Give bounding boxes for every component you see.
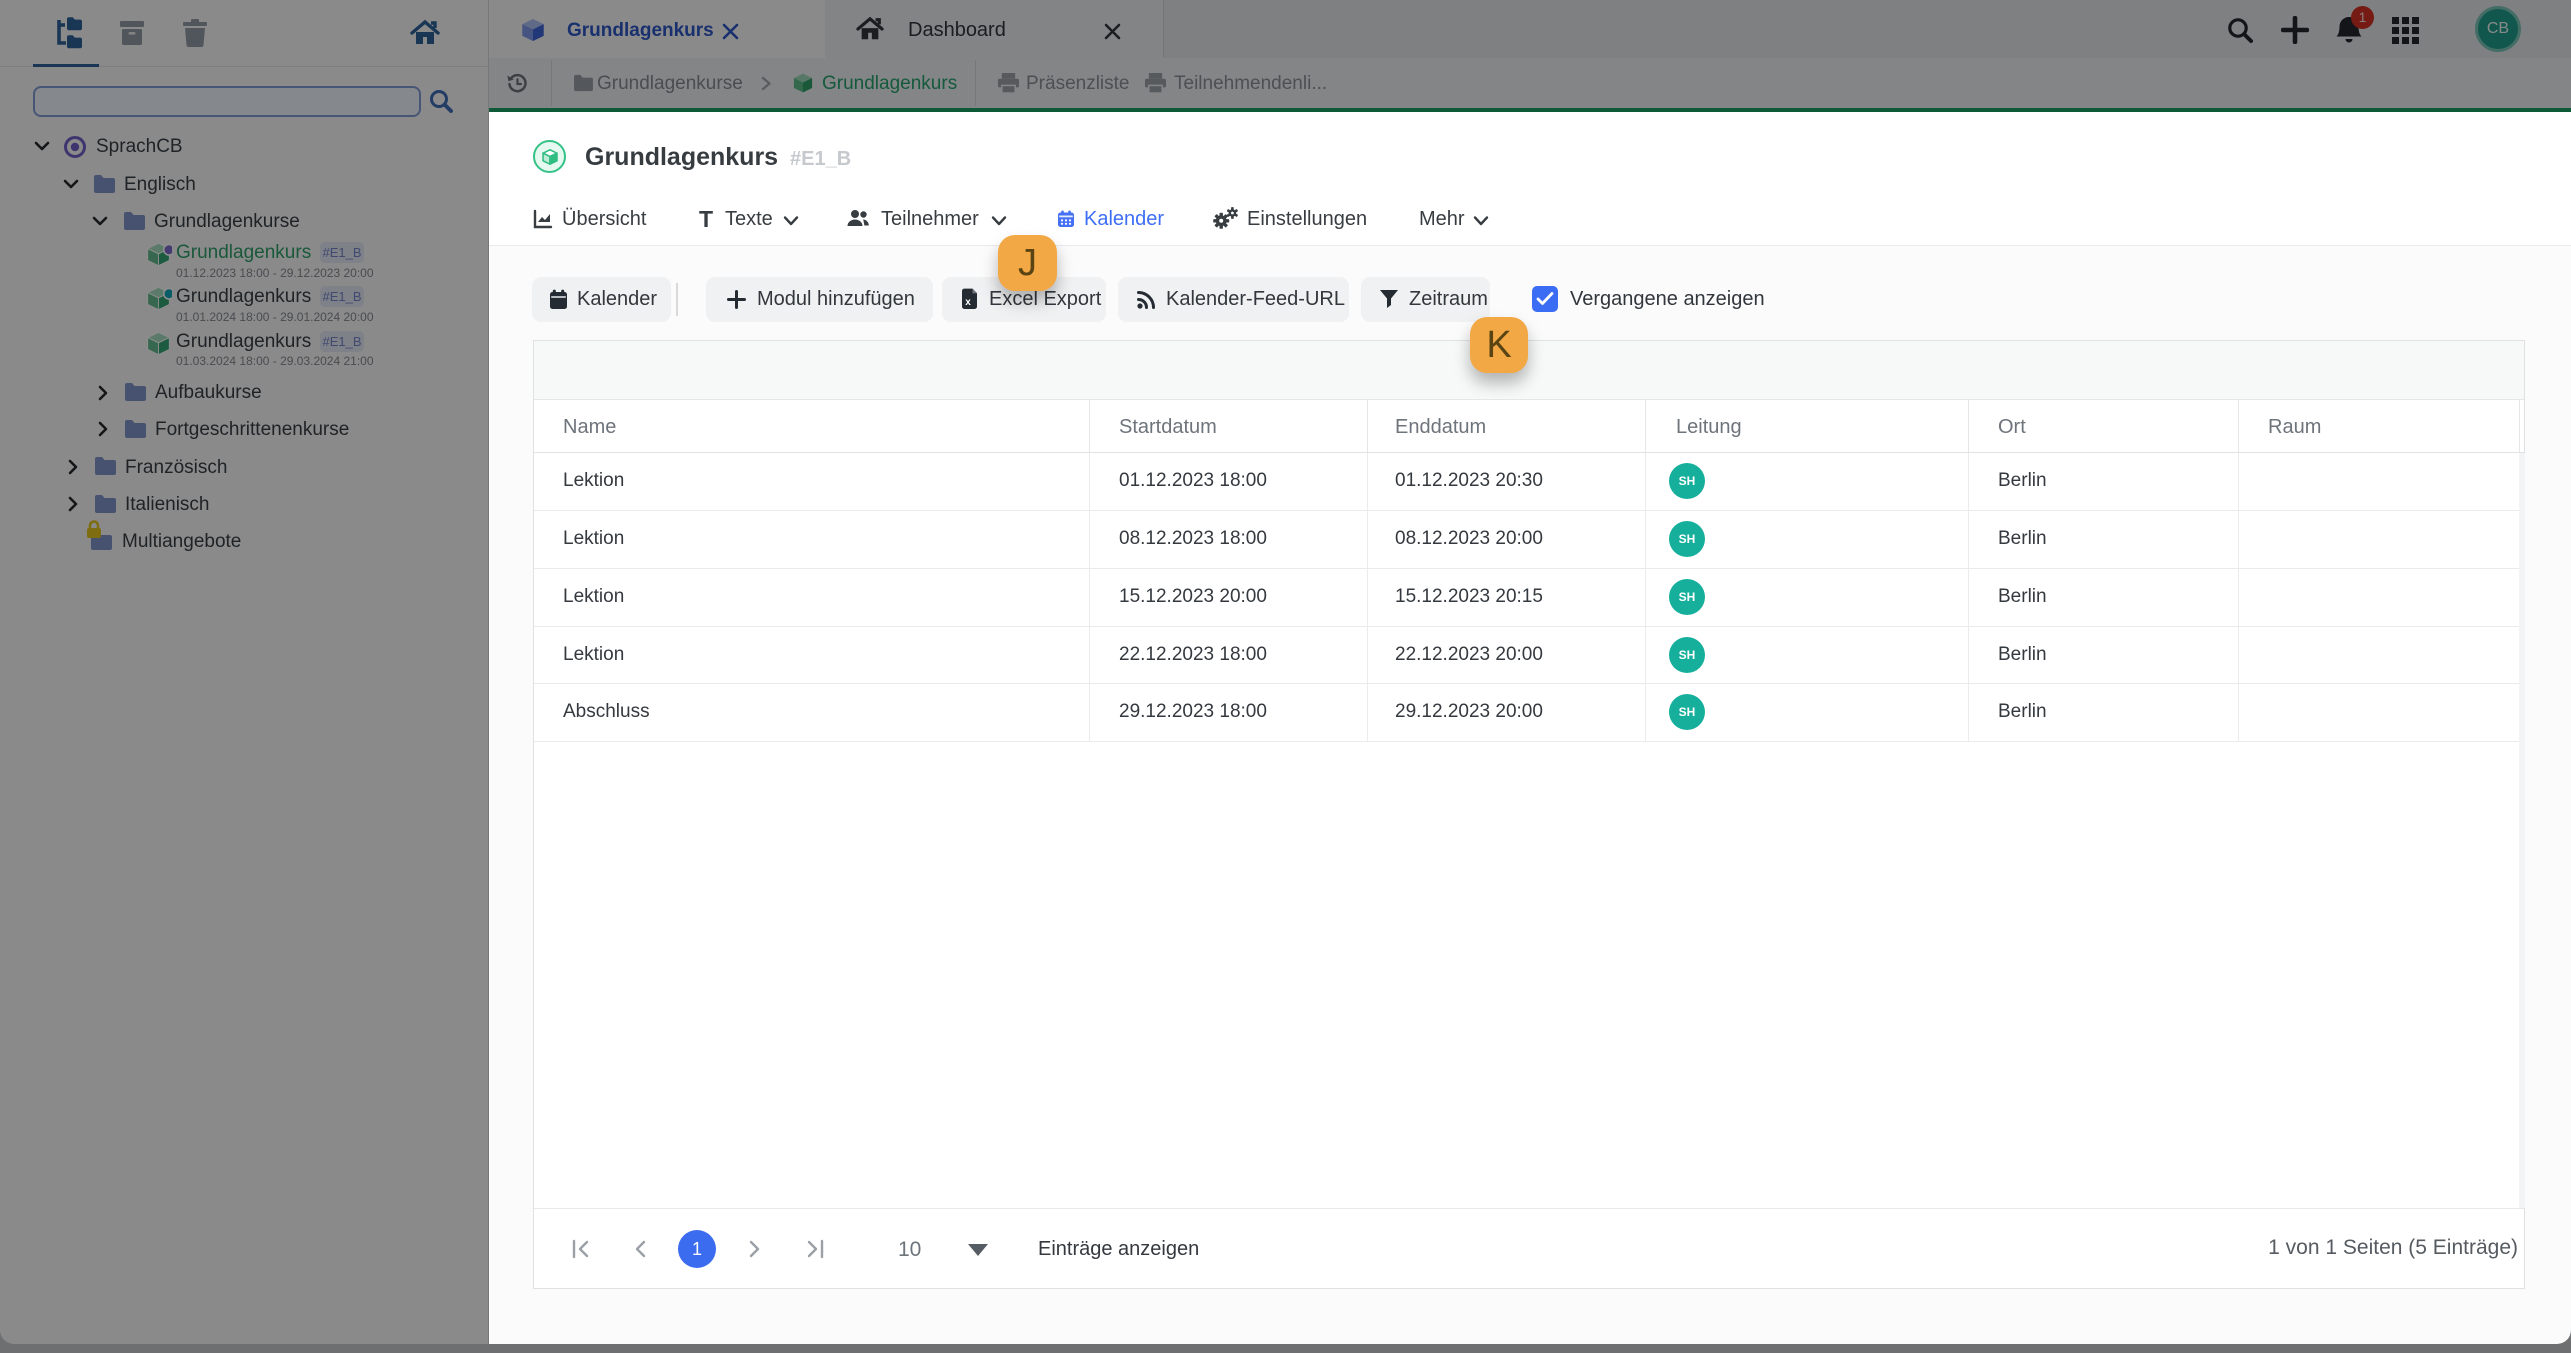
svg-text:x: x [965,297,971,308]
